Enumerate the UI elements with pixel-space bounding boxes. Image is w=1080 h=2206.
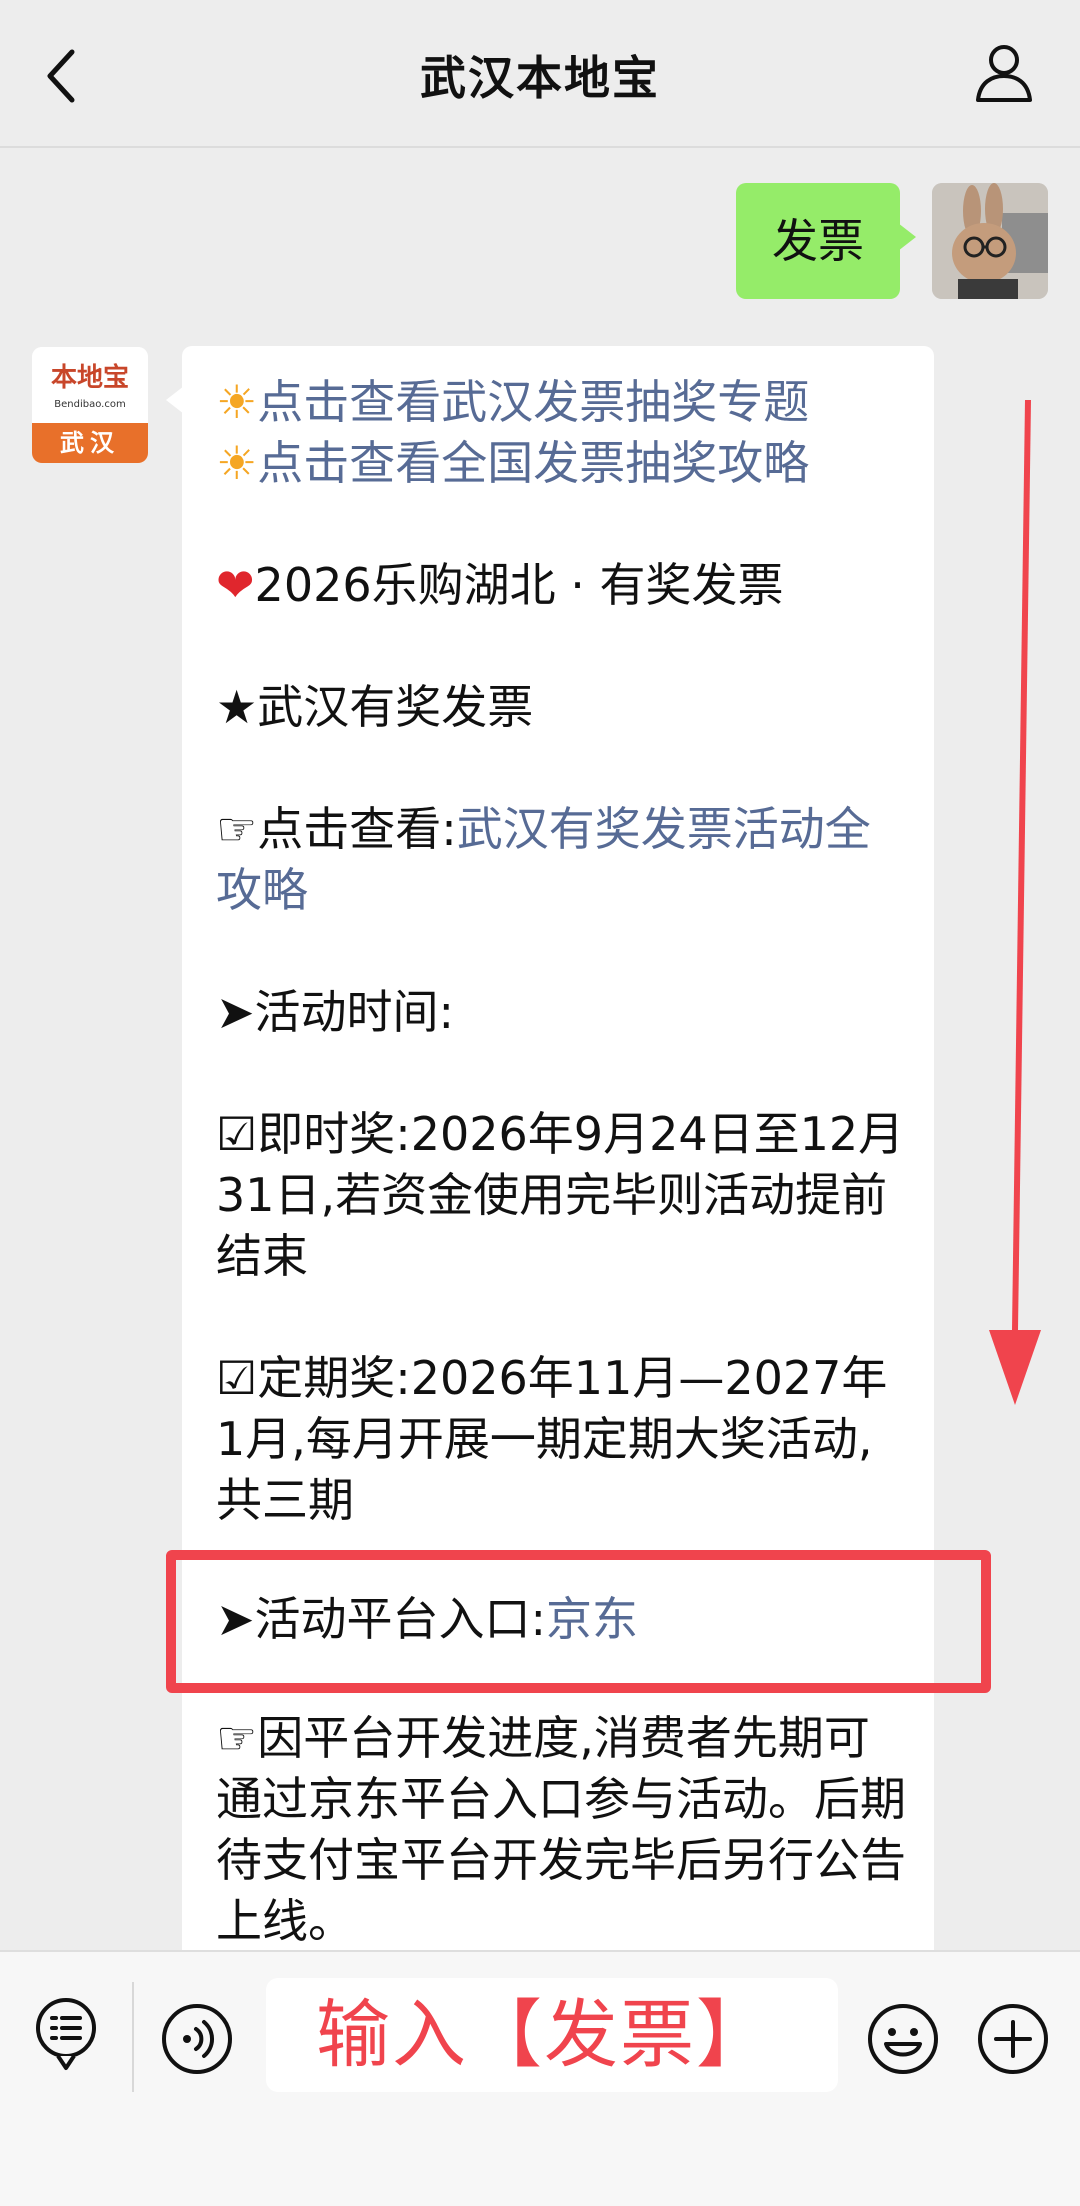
- voice-button[interactable]: [160, 2002, 234, 2076]
- section-heading: ★武汉有奖发票: [216, 680, 534, 734]
- promo-line: ❤2026乐购湖北 · 有奖发票: [216, 555, 906, 616]
- emoji-button[interactable]: [866, 2002, 940, 2076]
- outgoing-message: 发票: [648, 183, 1048, 299]
- input-bar: 输入【发票】: [0, 1950, 1080, 2206]
- page-title: 武汉本地宝: [420, 51, 660, 105]
- guide-link-line: ☀点击查看全国发票抽奖攻略: [216, 433, 906, 494]
- highlight-box: [166, 1550, 991, 1693]
- message-input[interactable]: 输入【发票】: [266, 1978, 838, 2092]
- avatar-brand: 本地宝: [50, 363, 129, 393]
- time-heading: ➤活动时间:: [216, 985, 455, 1039]
- plus-icon: [978, 2004, 1048, 2074]
- avatar-top: 本地宝 Bendibao.com: [32, 347, 148, 423]
- input-hint: 输入【发票】: [316, 1992, 772, 2078]
- more-button[interactable]: [976, 2002, 1050, 2076]
- menu-button[interactable]: [32, 1996, 100, 2076]
- profile-button[interactable]: [972, 40, 1036, 104]
- topic-link-line: ☀点击查看武汉发票抽奖专题: [216, 372, 906, 433]
- person-icon: [976, 45, 1032, 102]
- rabbit-avatar-icon: [932, 183, 1048, 299]
- voice-icon: [162, 2004, 232, 2074]
- instant-prize-text: ☑即时奖:2026年9月24日至12月31日,若资金使用完毕则活动提前结束: [216, 1107, 905, 1283]
- promo-text: 2026乐购湖北 · 有奖发票: [254, 558, 784, 612]
- heart-icon: ❤: [216, 558, 255, 612]
- strategy-line: ☞点击查看:武汉有奖发票活动全攻略: [216, 799, 906, 921]
- divider: [132, 1982, 134, 2092]
- account-avatar[interactable]: 本地宝 Bendibao.com 武汉: [32, 347, 148, 463]
- message-body: ☀点击查看武汉发票抽奖专题 ☀点击查看全国发票抽奖攻略 ❤2026乐购湖北 · …: [216, 372, 906, 1952]
- incoming-bubble: ☀点击查看武汉发票抽奖专题 ☀点击查看全国发票抽奖攻略 ❤2026乐购湖北 · …: [166, 346, 934, 1966]
- chat-header: 武汉本地宝: [0, 0, 1080, 148]
- guide-link[interactable]: 点击查看全国发票抽奖攻略: [257, 436, 809, 490]
- scroll-down-arrow-icon: [989, 400, 1041, 1405]
- avatar-city: 武汉: [32, 423, 148, 463]
- periodic-prize-text: ☑定期奖:2026年11月—2027年1月,每月开展一期定期大奖活动,共三期: [216, 1351, 888, 1527]
- user-avatar[interactable]: [932, 183, 1048, 299]
- avatar-domain: Bendibao.com: [54, 399, 126, 410]
- platform-note: ☞因平台开发进度,消费者先期可通过京东平台入口参与活动。后期待支付宝平台开发完毕…: [216, 1711, 906, 1948]
- emoji-icon: [868, 2004, 938, 2074]
- outgoing-bubble[interactable]: 发票: [736, 183, 916, 299]
- topic-link[interactable]: 点击查看武汉发票抽奖专题: [257, 375, 809, 429]
- strategy-prefix: ☞点击查看:: [216, 802, 457, 856]
- sun-icon: ☀: [216, 436, 258, 490]
- sun-icon: ☀: [216, 375, 258, 429]
- menu-icon: [36, 1998, 96, 2070]
